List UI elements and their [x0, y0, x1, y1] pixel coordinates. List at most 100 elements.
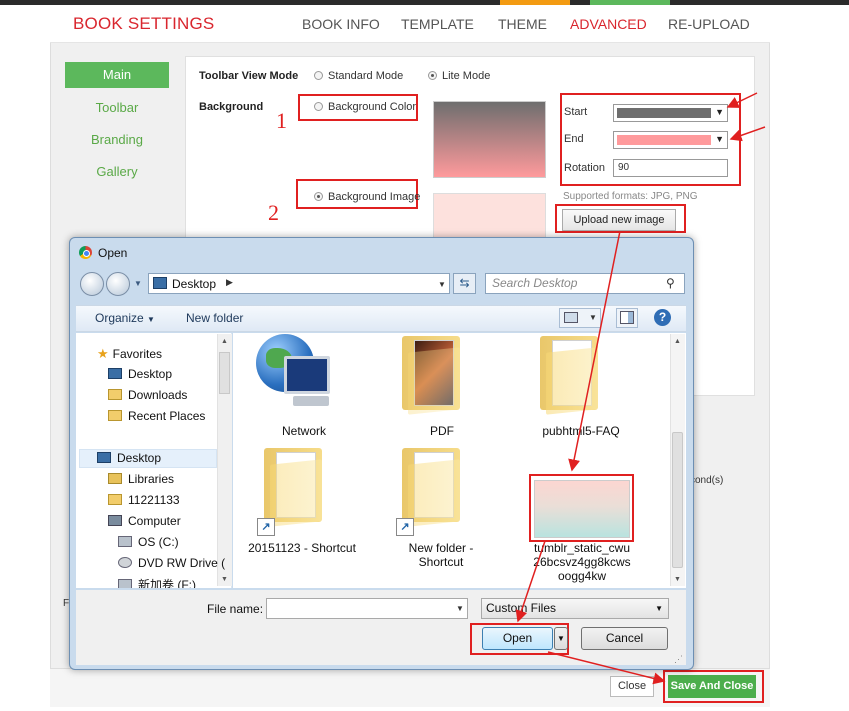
tab-theme[interactable]: THEME [498, 16, 547, 32]
user-folder-icon [108, 494, 122, 505]
resize-grip-icon[interactable]: ⋰ [674, 654, 683, 665]
tab-template[interactable]: TEMPLATE [401, 16, 474, 32]
recent-places-icon [108, 410, 122, 421]
sidebar-item-toolbar[interactable]: Toolbar [65, 95, 169, 121]
file-network-label[interactable]: Network [249, 424, 359, 438]
end-color-select[interactable]: ▼ [613, 131, 728, 149]
footer-bar [50, 668, 770, 707]
tab-advanced[interactable]: ADVANCED [570, 16, 647, 32]
address-dropdown-icon[interactable]: ▼ [438, 280, 446, 289]
help-icon[interactable]: ? [654, 309, 671, 326]
file-scroll-thumb[interactable] [672, 432, 683, 568]
search-icon[interactable]: ⚲ [666, 276, 675, 290]
file-pubhtml5-faq-label[interactable]: pubhtml5-FAQ [526, 424, 636, 438]
start-color-select[interactable]: ▼ [613, 104, 728, 122]
toolbar-view-mode-label: Toolbar View Mode [199, 70, 299, 82]
chevron-down-icon[interactable]: ▼ [456, 604, 464, 613]
search-placeholder: Search Desktop [492, 276, 578, 290]
refresh-icon: ⇆ [459, 276, 470, 290]
sidebar-item-gallery[interactable]: Gallery [65, 159, 169, 185]
downloads-icon [108, 389, 122, 400]
tab-re-upload[interactable]: RE-UPLOAD [668, 16, 750, 32]
forward-button[interactable] [106, 272, 130, 296]
tree-downloads[interactable]: Downloads [108, 388, 187, 402]
tree-dvd-drive[interactable]: DVD RW Drive ( [118, 556, 225, 570]
open-button[interactable]: Open [482, 627, 553, 650]
background-label: Background [199, 101, 264, 113]
tab-book-info[interactable]: BOOK INFO [302, 16, 380, 32]
file-type-select[interactable]: Custom Files ▼ [481, 598, 669, 619]
scroll-up-icon[interactable]: ▲ [221, 338, 228, 345]
monitor-stand [293, 396, 329, 406]
history-dropdown-icon[interactable]: ▼ [134, 279, 142, 288]
start-label: Start [564, 106, 588, 118]
dialog-title: Open [98, 246, 128, 260]
drive-icon [118, 579, 132, 588]
tree-recent-places[interactable]: Recent Places [108, 409, 205, 423]
image-file-thumbnail[interactable] [534, 480, 630, 538]
tree-libraries[interactable]: Libraries [108, 472, 174, 486]
background-color-radio[interactable]: Background Color [314, 101, 416, 113]
refresh-button[interactable]: ⇆ [453, 273, 476, 294]
upload-new-image-button[interactable]: Upload new image [562, 209, 676, 231]
folder-icon[interactable] [402, 448, 460, 527]
standard-mode-radio[interactable]: Standard Mode [314, 70, 403, 82]
organize-menu[interactable]: Organize ▼ [95, 311, 155, 325]
file-pdf-label[interactable]: PDF [387, 424, 497, 438]
end-label: End [564, 133, 584, 145]
sidebar-item-branding[interactable]: Branding [65, 127, 169, 153]
libraries-icon [108, 473, 122, 484]
breadcrumb-arrow-icon[interactable]: ▶ [226, 277, 233, 288]
gradient-preview [433, 101, 546, 178]
file-new-folder-shortcut-label[interactable]: New folder - Shortcut [386, 541, 496, 569]
file-20151123-shortcut-label[interactable]: 20151123 - Shortcut [247, 541, 357, 555]
folder-icon[interactable] [402, 336, 460, 415]
radio-icon [314, 102, 323, 111]
dropdown-arrow-icon: ▼ [715, 107, 724, 117]
tree-desktop[interactable]: Desktop [97, 451, 161, 465]
drive-icon [118, 536, 132, 547]
tree-drive-f[interactable]: 新加卷 (F:) [118, 576, 196, 588]
background-image-preview [433, 193, 546, 238]
sidebar-item-main[interactable]: Main [65, 62, 169, 88]
tree-drive-c[interactable]: OS (C:) [118, 535, 179, 549]
annotation-number-1: 1 [276, 108, 287, 133]
page-title: BOOK SETTINGS [73, 14, 215, 33]
standard-mode-label: Standard Mode [328, 70, 404, 82]
radio-checked-icon [314, 192, 323, 201]
shortcut-arrow-icon: ↗ [257, 518, 275, 536]
folder-icon[interactable] [264, 448, 322, 527]
close-button[interactable]: Close [610, 676, 654, 697]
cancel-button[interactable]: Cancel [581, 627, 668, 650]
tree-user-folder[interactable]: 11221133 [108, 493, 180, 507]
background-color-label: Background Color [328, 101, 417, 113]
folder-icon[interactable] [540, 336, 598, 415]
rotation-label: Rotation [564, 162, 605, 174]
file-name-input[interactable] [266, 598, 468, 619]
open-dropdown-button[interactable]: ▼ [554, 627, 568, 650]
scroll-down-icon[interactable]: ▼ [674, 576, 681, 583]
file-type-label: Custom Files [486, 601, 557, 615]
chevron-down-icon: ▼ [147, 315, 155, 324]
preview-pane-icon [620, 311, 634, 324]
new-folder-button[interactable]: New folder [186, 311, 243, 325]
tree-favorites[interactable]: ★ Favorites [97, 346, 162, 362]
end-color-swatch [617, 135, 711, 145]
star-icon: ★ [97, 346, 109, 361]
chevron-down-icon: ▼ [655, 604, 663, 613]
back-button[interactable] [80, 272, 104, 296]
background-image-radio[interactable]: Background Image [314, 191, 420, 203]
rotation-input[interactable]: 90 [613, 159, 728, 177]
annotation-number-2: 2 [268, 200, 279, 225]
file-tumblr-image-label[interactable]: tumblr_static_cwu26bcsvz4gg8kcwsoogg4kw [532, 541, 632, 583]
scroll-down-icon[interactable]: ▼ [221, 576, 228, 583]
partial-seconds-text: cond(s) [690, 475, 724, 486]
shortcut-arrow-icon: ↗ [396, 518, 414, 536]
lite-mode-radio[interactable]: Lite Mode [428, 70, 490, 82]
scroll-up-icon[interactable]: ▲ [674, 338, 681, 345]
tree-desktop-favorite[interactable]: Desktop [108, 367, 172, 381]
tree-computer[interactable]: Computer [108, 514, 181, 528]
save-and-close-button[interactable]: Save And Close [668, 675, 756, 698]
dropdown-arrow-icon: ▼ [715, 134, 724, 144]
nav-scroll-thumb[interactable] [219, 352, 230, 394]
